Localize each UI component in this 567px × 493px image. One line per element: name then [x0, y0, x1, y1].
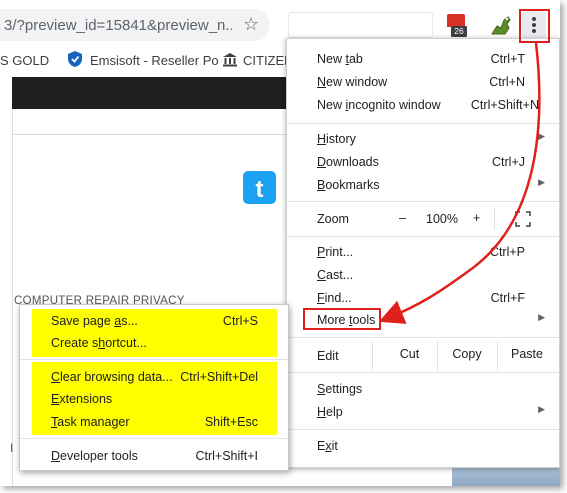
menu-separator [287, 429, 559, 430]
menu-item-downloads[interactable]: Downloads Ctrl+J [287, 151, 559, 174]
menu-item-shortcut: Ctrl+F [490, 291, 525, 305]
menu-item-print[interactable]: Print... Ctrl+P [287, 241, 559, 264]
submenu-item-save-page[interactable]: Save page as... Ctrl+S [20, 311, 288, 333]
bookmark-item[interactable]: S GOLD [0, 53, 49, 68]
menu-item-new-tab[interactable]: New tab Ctrl+T [287, 48, 559, 71]
twitter-icon[interactable]: t [243, 171, 276, 204]
menu-item-label: Find... [317, 291, 352, 305]
submenu-separator [20, 438, 288, 439]
submenu-arrow-icon: ▶ [538, 404, 545, 414]
submenu-item-shortcut: Ctrl+S [222, 314, 258, 328]
bookmark-star-icon[interactable]: ☆ [243, 14, 259, 35]
menu-separator [287, 372, 559, 373]
submenu-item-extensions[interactable]: Extensions [20, 389, 288, 411]
more-tools-highlight-box [303, 308, 381, 330]
submenu-item-label: Create shortcut... [51, 336, 147, 350]
menu-item-label: Settings [317, 382, 363, 396]
menu-item-shortcut: Ctrl+T [490, 52, 525, 66]
menu-item-history[interactable]: History ▶ [287, 128, 559, 151]
submenu-arrow-icon: ▶ [538, 177, 545, 187]
submenu-item-label: Developer tools [51, 449, 138, 463]
zoom-level: 100% [426, 212, 458, 226]
menu-item-new-incognito[interactable]: New incognito window Ctrl+Shift+N [287, 94, 559, 117]
edit-row: Edit Cut Copy Paste [287, 341, 559, 371]
bank-icon [223, 53, 237, 67]
submenu-separator [20, 359, 288, 360]
edit-divider [437, 341, 438, 371]
page-text: I [10, 441, 14, 455]
crocodile-extension-icon[interactable] [489, 14, 513, 36]
page-divider [12, 109, 13, 486]
submenu-item-shortcut: Ctrl+Shift+Del [180, 370, 258, 384]
menu-item-label: History [317, 132, 356, 146]
menu-separator [287, 123, 559, 124]
edit-divider [497, 341, 498, 371]
menu-item-shortcut: Ctrl+Shift+N [470, 98, 539, 112]
submenu-item-task-manager[interactable]: Task manager Shift+Esc [20, 412, 288, 434]
bookmark-item[interactable]: Emsisoft - Reseller Po [90, 53, 219, 68]
menu-item-shortcut: Ctrl+J [492, 155, 525, 169]
zoom-label: Zoom [317, 212, 349, 226]
menu-button-highlight-box [519, 9, 550, 43]
address-bar[interactable]: 3/?preview_id=15841&preview_n... ☆ [0, 9, 270, 41]
edit-divider [372, 341, 373, 371]
menu-item-help[interactable]: Help ▶ [287, 401, 559, 424]
chrome-main-menu: New tab Ctrl+T New window Ctrl+N New inc… [286, 38, 560, 468]
menu-separator [287, 201, 559, 202]
menu-item-exit[interactable]: Exit [287, 435, 559, 458]
url-text: 3/?preview_id=15841&preview_n... [4, 17, 232, 34]
emsisoft-shield-icon [68, 51, 82, 67]
calendar-extension-icon[interactable]: 26 [447, 14, 467, 37]
menu-item-label: Exit [317, 439, 338, 453]
menu-item-label: Print... [317, 245, 354, 259]
menu-item-cast[interactable]: Cast... [287, 264, 559, 287]
zoom-row: Zoom – 100% + [287, 204, 559, 234]
submenu-item-clear-browsing[interactable]: Clear browsing data... Ctrl+Shift+Del [20, 367, 288, 389]
zoom-divider [494, 208, 495, 230]
menu-separator [287, 337, 559, 338]
svg-text:t: t [256, 176, 264, 203]
browser-window: 3/?preview_id=15841&preview_n... ☆ 26 S … [0, 0, 560, 486]
menu-item-label: Cast... [317, 268, 354, 282]
more-tools-submenu: Save page as... Ctrl+S Create shortcut..… [19, 304, 289, 471]
edit-label: Edit [317, 349, 339, 363]
menu-item-shortcut: Ctrl+P [489, 245, 525, 259]
menu-item-label: New window [317, 75, 388, 89]
fullscreen-icon[interactable] [515, 211, 531, 227]
paste-button[interactable]: Paste [502, 347, 552, 361]
menu-item-settings[interactable]: Settings [287, 378, 559, 401]
submenu-item-label: Clear browsing data... [51, 370, 173, 384]
menu-item-find[interactable]: Find... Ctrl+F [287, 287, 559, 310]
menu-item-label: Downloads [317, 155, 379, 169]
menu-item-shortcut: Ctrl+N [489, 75, 525, 89]
submenu-item-shortcut: Ctrl+Shift+I [195, 449, 258, 463]
menu-item-label: New incognito window [317, 98, 441, 112]
submenu-item-label: Extensions [51, 392, 113, 406]
copy-button[interactable]: Copy [442, 347, 492, 361]
submenu-item-developer-tools[interactable]: Developer tools Ctrl+Shift+I [20, 446, 288, 468]
zoom-out-button[interactable]: – [399, 211, 406, 225]
menu-item-label: Help [317, 405, 343, 419]
menu-item-label: Bookmarks [317, 178, 380, 192]
submenu-item-create-shortcut[interactable]: Create shortcut... [20, 333, 288, 355]
menu-separator [287, 236, 559, 237]
zoom-in-button[interactable]: + [473, 211, 480, 225]
submenu-item-shortcut: Shift+Esc [204, 415, 258, 429]
menu-item-bookmarks[interactable]: Bookmarks ▶ [287, 174, 559, 197]
submenu-item-label: Save page as... [51, 314, 138, 328]
menu-item-label: New tab [317, 52, 363, 66]
extension-area [288, 12, 433, 38]
submenu-item-label: Task manager [51, 415, 130, 429]
menu-item-new-window[interactable]: New window Ctrl+N [287, 71, 559, 94]
submenu-arrow-icon: ▶ [538, 131, 545, 141]
submenu-arrow-icon: ▶ [538, 312, 545, 322]
calendar-badge: 26 [451, 26, 467, 37]
cut-button[interactable]: Cut [387, 347, 432, 361]
